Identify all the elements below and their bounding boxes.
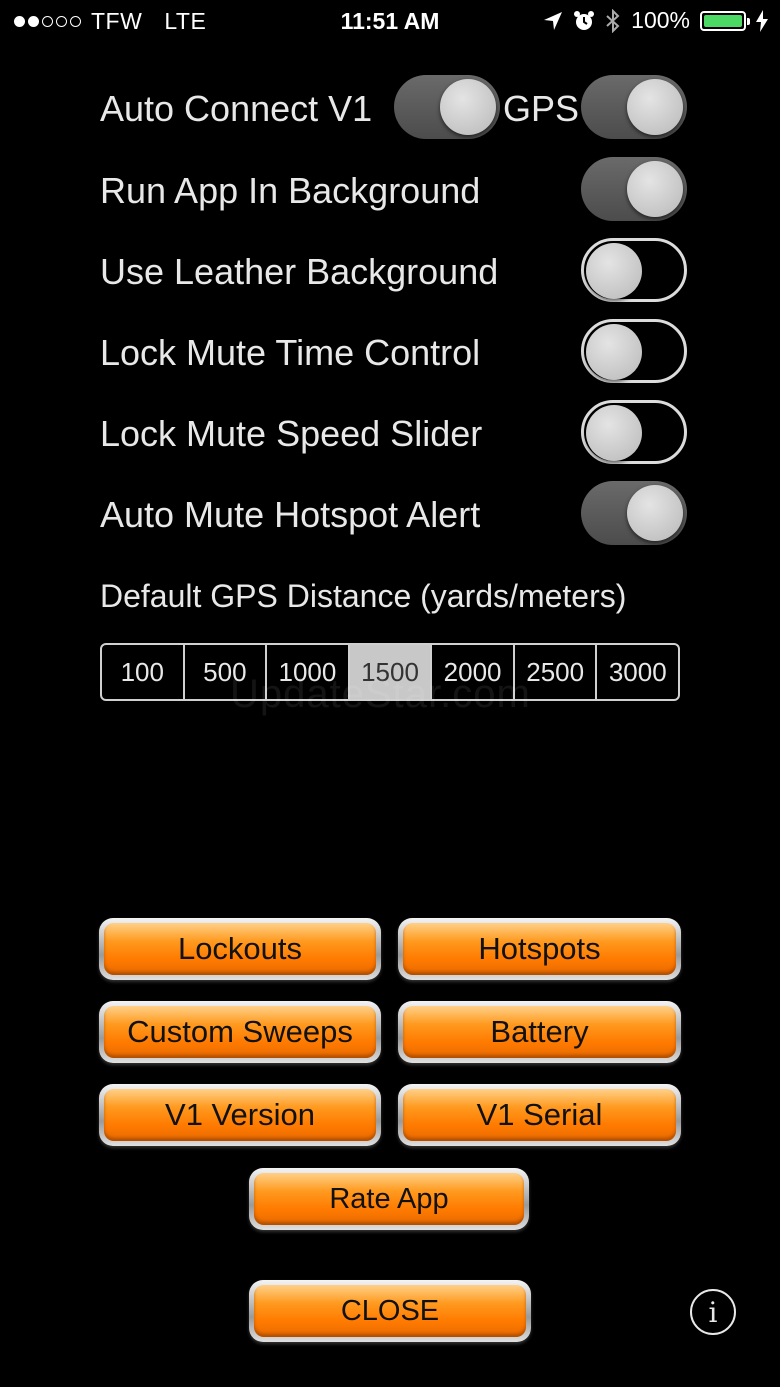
alarm-icon <box>574 10 595 30</box>
auto-mute-hotspot-toggle[interactable] <box>581 481 687 545</box>
run-background-label: Run App In Background <box>100 170 481 211</box>
auto-connect-toggle[interactable] <box>394 75 500 139</box>
toggle-knob <box>586 243 642 299</box>
toggle-knob <box>586 324 642 380</box>
v1-serial-button[interactable]: V1 Serial <box>398 1084 681 1146</box>
v1-version-button[interactable]: V1 Version <box>99 1084 381 1146</box>
close-button-label: CLOSE <box>254 1285 526 1337</box>
lock-mute-speed-label: Lock Mute Speed Slider <box>100 413 483 454</box>
gps-label: GPS <box>503 88 580 129</box>
charging-bolt-icon <box>756 9 768 32</box>
v1-version-button-label: V1 Version <box>104 1089 376 1141</box>
auto-mute-hotspot-label: Auto Mute Hotspot Alert <box>100 494 481 535</box>
custom-sweeps-button-label: Custom Sweeps <box>104 1006 376 1058</box>
toggle-knob <box>627 79 683 135</box>
leather-background-toggle[interactable] <box>581 238 687 302</box>
v1-serial-button-label: V1 Serial <box>403 1089 676 1141</box>
lock-mute-time-toggle[interactable] <box>581 319 687 383</box>
gps-toggle[interactable] <box>581 75 687 139</box>
toggle-knob <box>586 405 642 461</box>
leather-background-label: Use Leather Background <box>100 251 499 292</box>
toggle-knob <box>440 79 496 135</box>
battery-button[interactable]: Battery <box>398 1001 681 1063</box>
auto-connect-label: Auto Connect V1 <box>100 88 373 129</box>
hotspots-button-label: Hotspots <box>403 923 676 975</box>
lock-mute-time-label: Lock Mute Time Control <box>100 332 481 373</box>
rate-app-button-label: Rate App <box>254 1173 524 1225</box>
lockouts-button-label: Lockouts <box>104 923 376 975</box>
run-background-toggle[interactable] <box>581 157 687 221</box>
toggle-knob <box>627 161 683 217</box>
close-button[interactable]: CLOSE <box>249 1280 531 1342</box>
custom-sweeps-button[interactable]: Custom Sweeps <box>99 1001 381 1063</box>
battery-percent: 100% <box>631 7 690 33</box>
rate-app-button[interactable]: Rate App <box>249 1168 529 1230</box>
info-icon[interactable]: i <box>690 1289 736 1335</box>
lock-mute-speed-toggle[interactable] <box>581 400 687 464</box>
toggle-knob <box>627 485 683 541</box>
battery-icon <box>700 10 750 31</box>
hotspots-button[interactable]: Hotspots <box>398 918 681 980</box>
gps-distance-label: Default GPS Distance (yards/meters) <box>100 578 627 614</box>
lockouts-button[interactable]: Lockouts <box>99 918 381 980</box>
segment-100[interactable]: 100 <box>102 645 185 699</box>
watermark: UpdateStar.com <box>230 672 531 716</box>
segment-3000[interactable]: 3000 <box>597 645 678 699</box>
bluetooth-icon <box>606 8 620 33</box>
location-arrow-icon <box>544 11 563 30</box>
status-bar: TFW LTE 11:51 AM 100% <box>0 0 780 44</box>
status-right: 100% <box>543 7 768 34</box>
battery-button-label: Battery <box>403 1006 676 1058</box>
